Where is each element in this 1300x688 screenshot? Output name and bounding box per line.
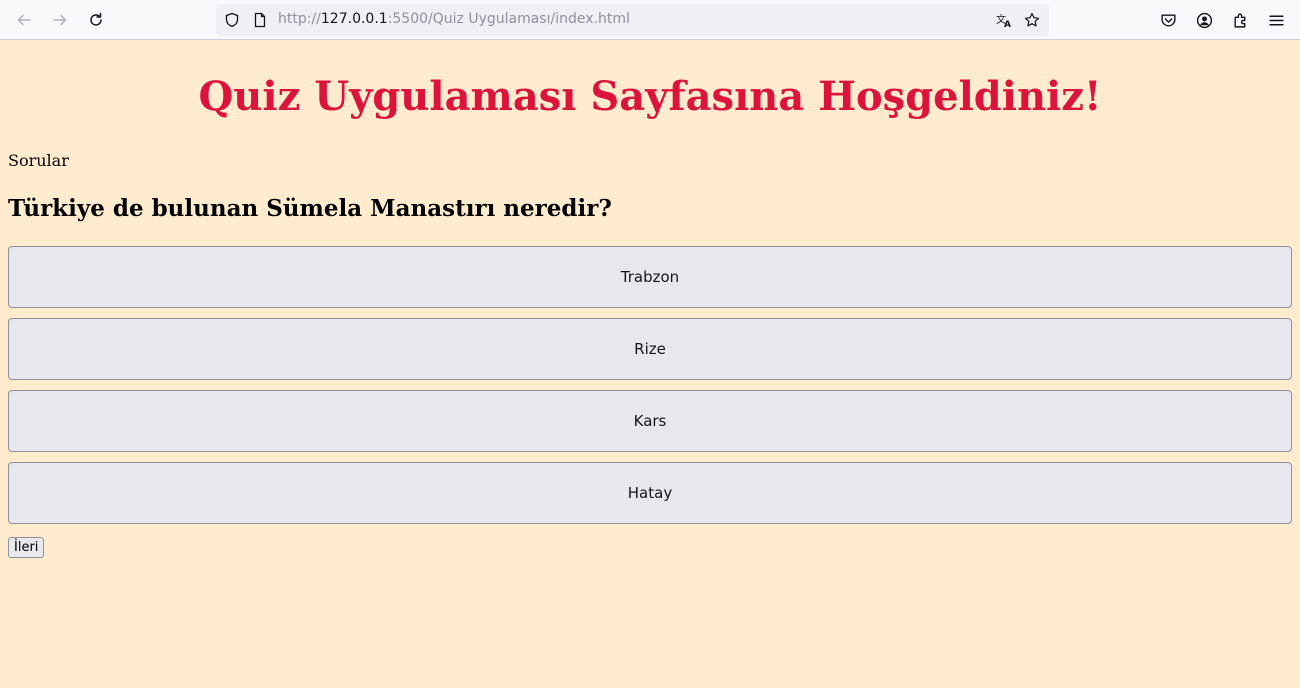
answer-list: Trabzon Rize Kars Hatay bbox=[8, 246, 1292, 534]
shield-icon[interactable] bbox=[224, 12, 240, 28]
account-button[interactable] bbox=[1194, 10, 1214, 30]
browser-toolbar: http://127.0.0.1:5500/Quiz Uygulaması/in… bbox=[0, 0, 1300, 40]
arrow-right-icon bbox=[53, 14, 67, 26]
page-title: Quiz Uygulaması Sayfasına Hoşgeldiniz! bbox=[198, 73, 1102, 120]
puzzle-icon bbox=[1233, 13, 1245, 28]
answer-button[interactable]: Hatay bbox=[8, 462, 1292, 524]
bookmark-star-icon[interactable] bbox=[1024, 12, 1040, 28]
url-bar[interactable]: http://127.0.0.1:5500/Quiz Uygulaması/in… bbox=[216, 4, 1049, 36]
pocket-button[interactable] bbox=[1158, 10, 1178, 30]
hamburger-menu-icon bbox=[1268, 15, 1284, 25]
reload-button[interactable] bbox=[82, 6, 110, 34]
back-button[interactable] bbox=[10, 6, 38, 34]
page-icon[interactable] bbox=[252, 12, 268, 28]
answer-button[interactable]: Rize bbox=[8, 318, 1292, 380]
svg-text:A: A bbox=[1004, 20, 1011, 28]
next-button[interactable]: İleri bbox=[8, 537, 45, 558]
url-path: :5500/Quiz Uygulaması/index.html bbox=[387, 11, 630, 27]
url-text[interactable]: http://127.0.0.1:5500/Quiz Uygulaması/in… bbox=[278, 11, 630, 27]
page-content: Quiz Uygulaması Sayfasına Hoşgeldiniz! S… bbox=[0, 41, 1300, 688]
question-text: Türkiye de bulunan Sümela Manastırı nere… bbox=[8, 195, 612, 222]
url-prefix: http:// bbox=[278, 11, 321, 27]
menu-button[interactable] bbox=[1266, 10, 1286, 30]
arrow-left-icon bbox=[17, 14, 31, 26]
forward-button[interactable] bbox=[46, 6, 74, 34]
answer-button[interactable]: Kars bbox=[8, 390, 1292, 452]
section-label: Sorular bbox=[8, 151, 69, 170]
answer-button[interactable]: Trabzon bbox=[8, 246, 1292, 308]
translate-icon[interactable]: 文A bbox=[996, 12, 1012, 28]
reload-icon bbox=[90, 12, 102, 26]
extensions-button[interactable] bbox=[1230, 10, 1250, 30]
account-icon bbox=[1196, 12, 1212, 28]
pocket-icon bbox=[1160, 13, 1176, 26]
url-host: 127.0.0.1 bbox=[320, 11, 388, 27]
